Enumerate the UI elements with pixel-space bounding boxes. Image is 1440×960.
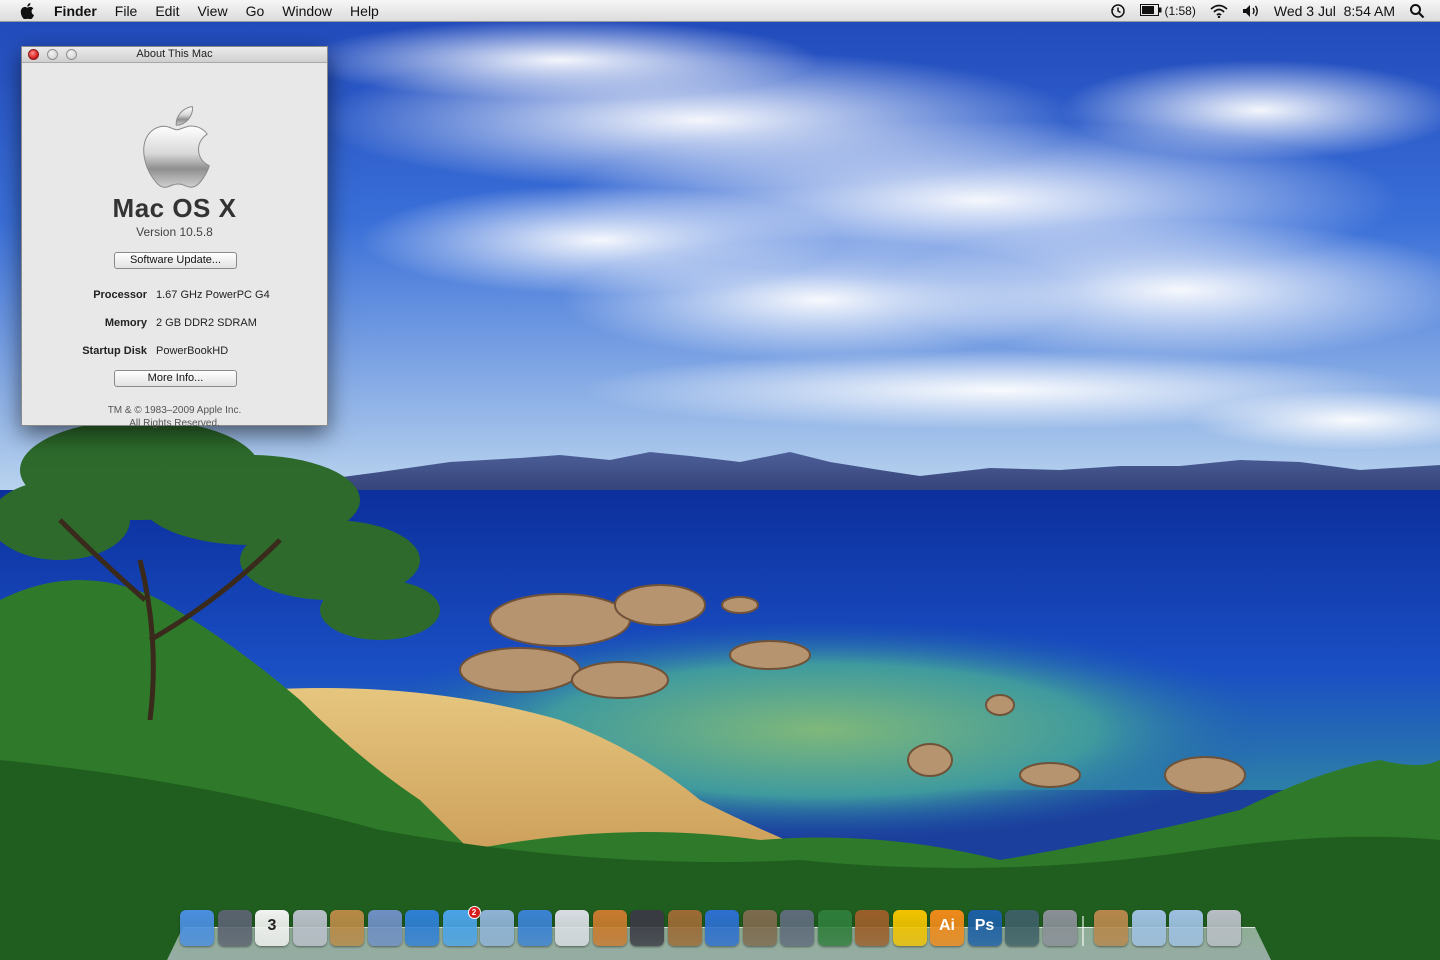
ichat-icon[interactable]: 2: [442, 906, 481, 946]
itunes-icon[interactable]: [517, 910, 552, 946]
dock: 3 2 Ai Ps: [180, 906, 1260, 950]
menu-window[interactable]: Window: [273, 0, 341, 22]
window-titlebar[interactable]: About This Mac: [22, 47, 327, 63]
garageband-icon[interactable]: [667, 910, 702, 946]
software-update-button[interactable]: Software Update...: [114, 252, 237, 269]
menu-bar: Finder File Edit View Go Window Help (1:…: [0, 0, 1440, 22]
system-preferences-icon[interactable]: [1042, 910, 1077, 946]
illustrator-icon[interactable]: Ai: [930, 910, 964, 946]
menu-app-finder[interactable]: Finder: [54, 0, 106, 22]
copyright-line-1: TM & © 1983–2009 Apple Inc.: [107, 405, 242, 416]
memory-row: Memory 2 GB DDR2 SDRAM: [22, 317, 327, 331]
downloads-folder-icon[interactable]: [1169, 910, 1203, 946]
image-capture-icon[interactable]: [592, 910, 627, 946]
processor-label: Processor: [93, 289, 147, 301]
apple-logo-icon: [143, 106, 210, 188]
photoshop-icon[interactable]: Ps: [967, 910, 1002, 946]
time-machine-icon[interactable]: [1005, 910, 1039, 946]
battery-time: (1:58): [1164, 3, 1196, 18]
os-name: Mac OS X: [112, 193, 237, 223]
menu-file[interactable]: File: [106, 0, 147, 22]
copyright-line-2: All Rights Reserved.: [129, 418, 220, 429]
imovie-icon[interactable]: [630, 910, 664, 946]
trash-icon[interactable]: [1206, 910, 1241, 946]
menu-edit[interactable]: Edit: [146, 0, 188, 22]
processor-row: Processor 1.67 GHz PowerPC G4: [22, 289, 327, 303]
illustrator-label: Ai: [939, 917, 955, 934]
processor-value: 1.67 GHz PowerPC G4: [156, 289, 270, 301]
textedit-icon[interactable]: [555, 910, 589, 946]
menu-extras: (1:58) Wed 3 Jul 8:54 AM: [1103, 0, 1440, 22]
iphoto-icon[interactable]: [480, 910, 514, 946]
os-version: Version 10.5.8: [136, 225, 213, 239]
safari-icon[interactable]: [405, 910, 439, 946]
address-book-icon[interactable]: [330, 910, 364, 946]
copyright-text: TM & © 1983–2009 Apple Inc. All Rights R…: [22, 404, 327, 430]
dvd-player-icon[interactable]: [705, 910, 739, 946]
startup-disk-row: Startup Disk PowerBookHD: [22, 345, 327, 359]
menu-view[interactable]: View: [188, 0, 236, 22]
applications-folder-icon[interactable]: [1094, 910, 1128, 946]
script-editor-icon[interactable]: [780, 910, 814, 946]
ical-icon[interactable]: 3: [255, 910, 289, 946]
time-machine-status-icon[interactable]: [1103, 0, 1133, 22]
finder-icon[interactable]: [180, 910, 214, 946]
startup-disk-label: Startup Disk: [82, 345, 147, 357]
menu-help[interactable]: Help: [341, 0, 388, 22]
keynote-icon[interactable]: [855, 910, 889, 946]
apple-menu-icon[interactable]: [0, 0, 54, 22]
window-title: About This Mac: [136, 48, 213, 60]
aim-icon[interactable]: [892, 910, 927, 946]
dock-separator: [1082, 916, 1084, 946]
dashboard-icon[interactable]: [217, 910, 252, 946]
menu-clock[interactable]: Wed 3 Jul 8:54 AM: [1267, 0, 1402, 22]
startup-disk-value: PowerBookHD: [156, 345, 229, 357]
more-info-button[interactable]: More Info...: [114, 370, 237, 387]
calendar-date: 3: [267, 917, 277, 934]
battery-icon: [1139, 3, 1162, 19]
spotlight-search-icon[interactable]: [1402, 0, 1432, 22]
volume-status-icon[interactable]: [1235, 0, 1267, 22]
menu-go[interactable]: Go: [237, 0, 274, 22]
iweb-icon[interactable]: [742, 910, 777, 946]
ichat-badge: 2: [467, 906, 481, 919]
preview-icon[interactable]: [292, 910, 327, 946]
documents-folder-icon[interactable]: [1131, 910, 1166, 946]
numbers-icon[interactable]: [817, 910, 852, 946]
photoshop-label: Ps: [974, 917, 995, 934]
battery-status[interactable]: (1:58): [1133, 0, 1203, 22]
mail-icon[interactable]: [367, 910, 402, 946]
memory-value: 2 GB DDR2 SDRAM: [156, 317, 257, 329]
about-this-mac-window: About This Mac Mac OS X Version 10.5.8 S…: [21, 46, 328, 429]
memory-label: Memory: [104, 317, 147, 329]
wifi-status-icon[interactable]: [1203, 0, 1235, 22]
